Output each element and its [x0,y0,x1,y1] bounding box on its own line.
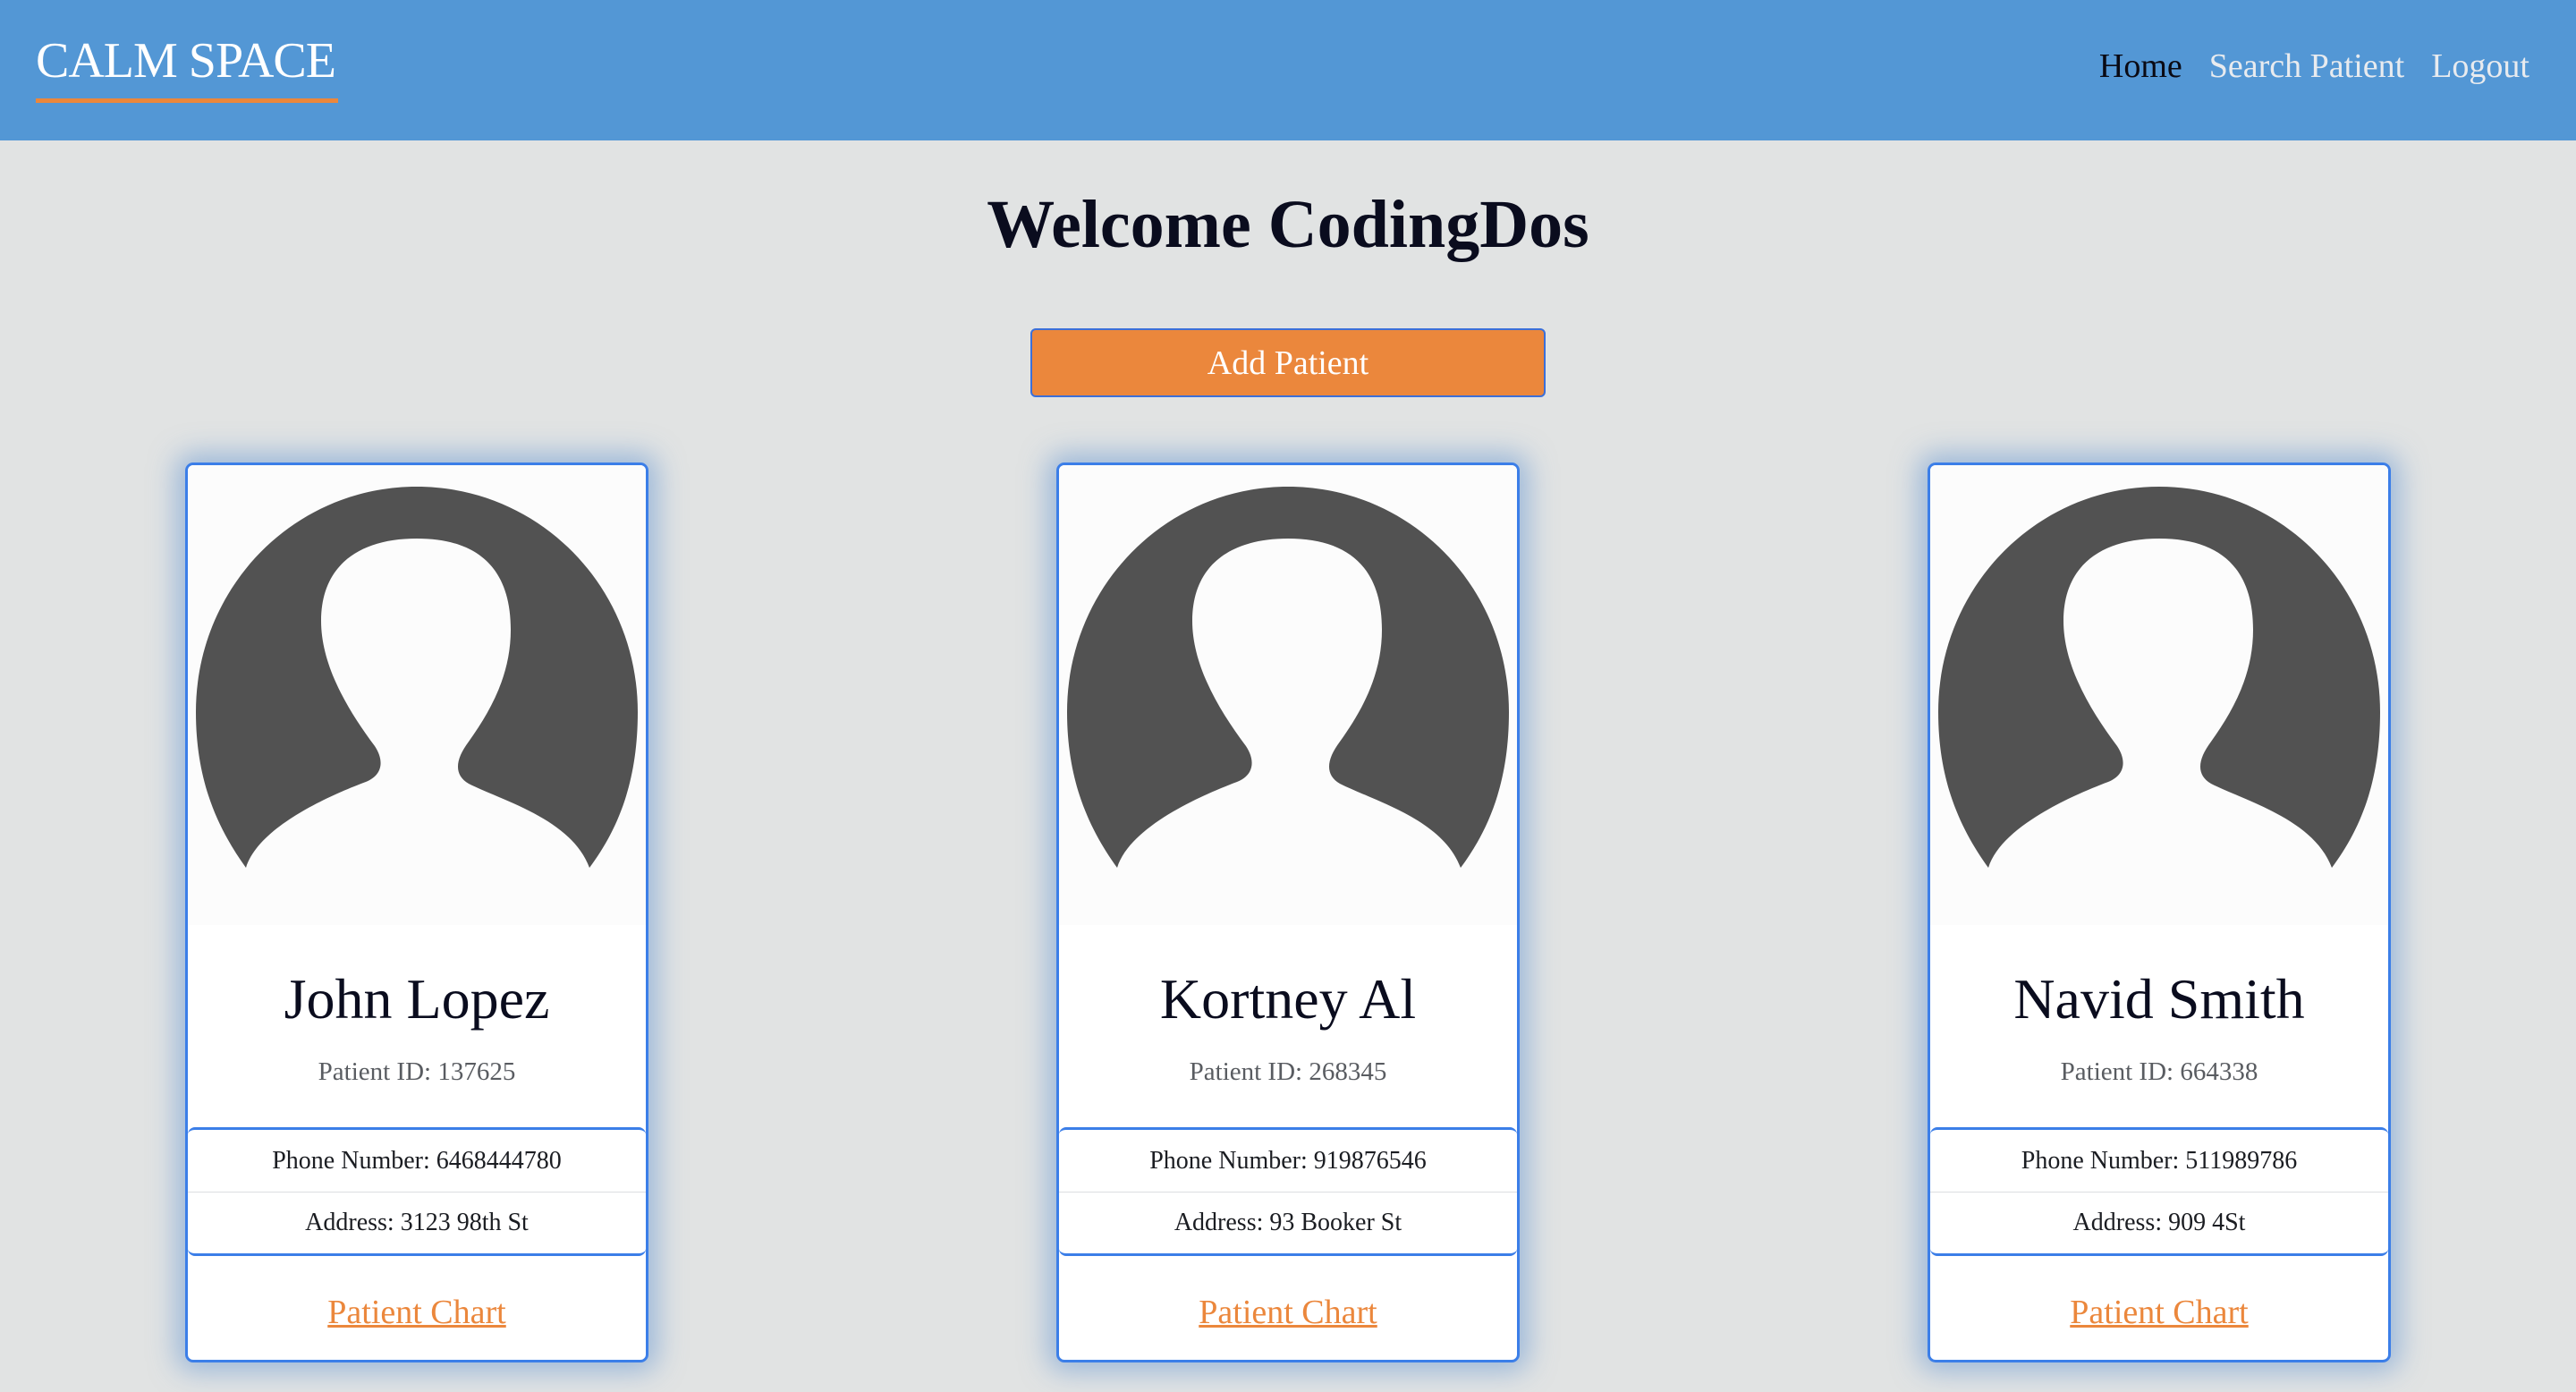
address: Address: 3123 98th St [188,1192,646,1253]
patient-name: John Lopez [284,967,550,1031]
add-patient-button[interactable]: Add Patient [1030,328,1546,397]
address: Address: 909 4St [1930,1192,2388,1253]
nav-links: Home Search Patient Logout [2099,47,2529,86]
welcome-heading: Welcome CodingDos [987,187,1589,262]
patient-info-list: Phone Number: 919876546 Address: 93 Book… [1059,1127,1517,1256]
nav-home[interactable]: Home [2099,47,2182,86]
phone-number: Phone Number: 511989786 [2021,1146,2298,1175]
brand-underline [36,98,338,103]
patient-chart-link[interactable]: Patient Chart [1930,1293,2388,1332]
patient-card: Navid Smith Patient ID: 664338 Phone Num… [1928,463,2391,1362]
avatar [1059,465,1517,925]
address: Address: 93 Booker St [1059,1192,1517,1253]
nav-logout[interactable]: Logout [2431,47,2529,86]
navbar: CALM SPACE Home Search Patient Logout [0,0,2576,140]
phone-number: Phone Number: 919876546 [1149,1146,1427,1175]
patient-id: Patient ID: 268345 [1189,1057,1387,1086]
nav-search-patient[interactable]: Search Patient [2209,47,2404,86]
patient-chart-link[interactable]: Patient Chart [1059,1293,1517,1332]
patient-name: Kortney Al [1159,967,1417,1031]
brand-logo-link[interactable]: CALM SPACE [36,32,336,89]
avatar [188,465,646,925]
patient-card: Kortney Al Patient ID: 268345 Phone Numb… [1056,463,1520,1362]
user-silhouette-icon [196,487,638,868]
patient-id: Patient ID: 137625 [318,1057,516,1086]
user-silhouette-icon [1938,487,2380,868]
phone-number: Phone Number: 6468444780 [272,1146,562,1175]
avatar [1930,465,2388,925]
patient-chart-link[interactable]: Patient Chart [188,1293,646,1332]
user-silhouette-icon [1067,487,1509,868]
patient-info-list: Phone Number: 6468444780 Address: 3123 9… [188,1127,646,1256]
patient-name: Navid Smith [2013,967,2305,1031]
patient-info-list: Phone Number: 511989786 Address: 909 4St [1930,1127,2388,1256]
patient-id: Patient ID: 664338 [2060,1057,2258,1086]
patient-card: John Lopez Patient ID: 137625 Phone Numb… [185,463,648,1362]
